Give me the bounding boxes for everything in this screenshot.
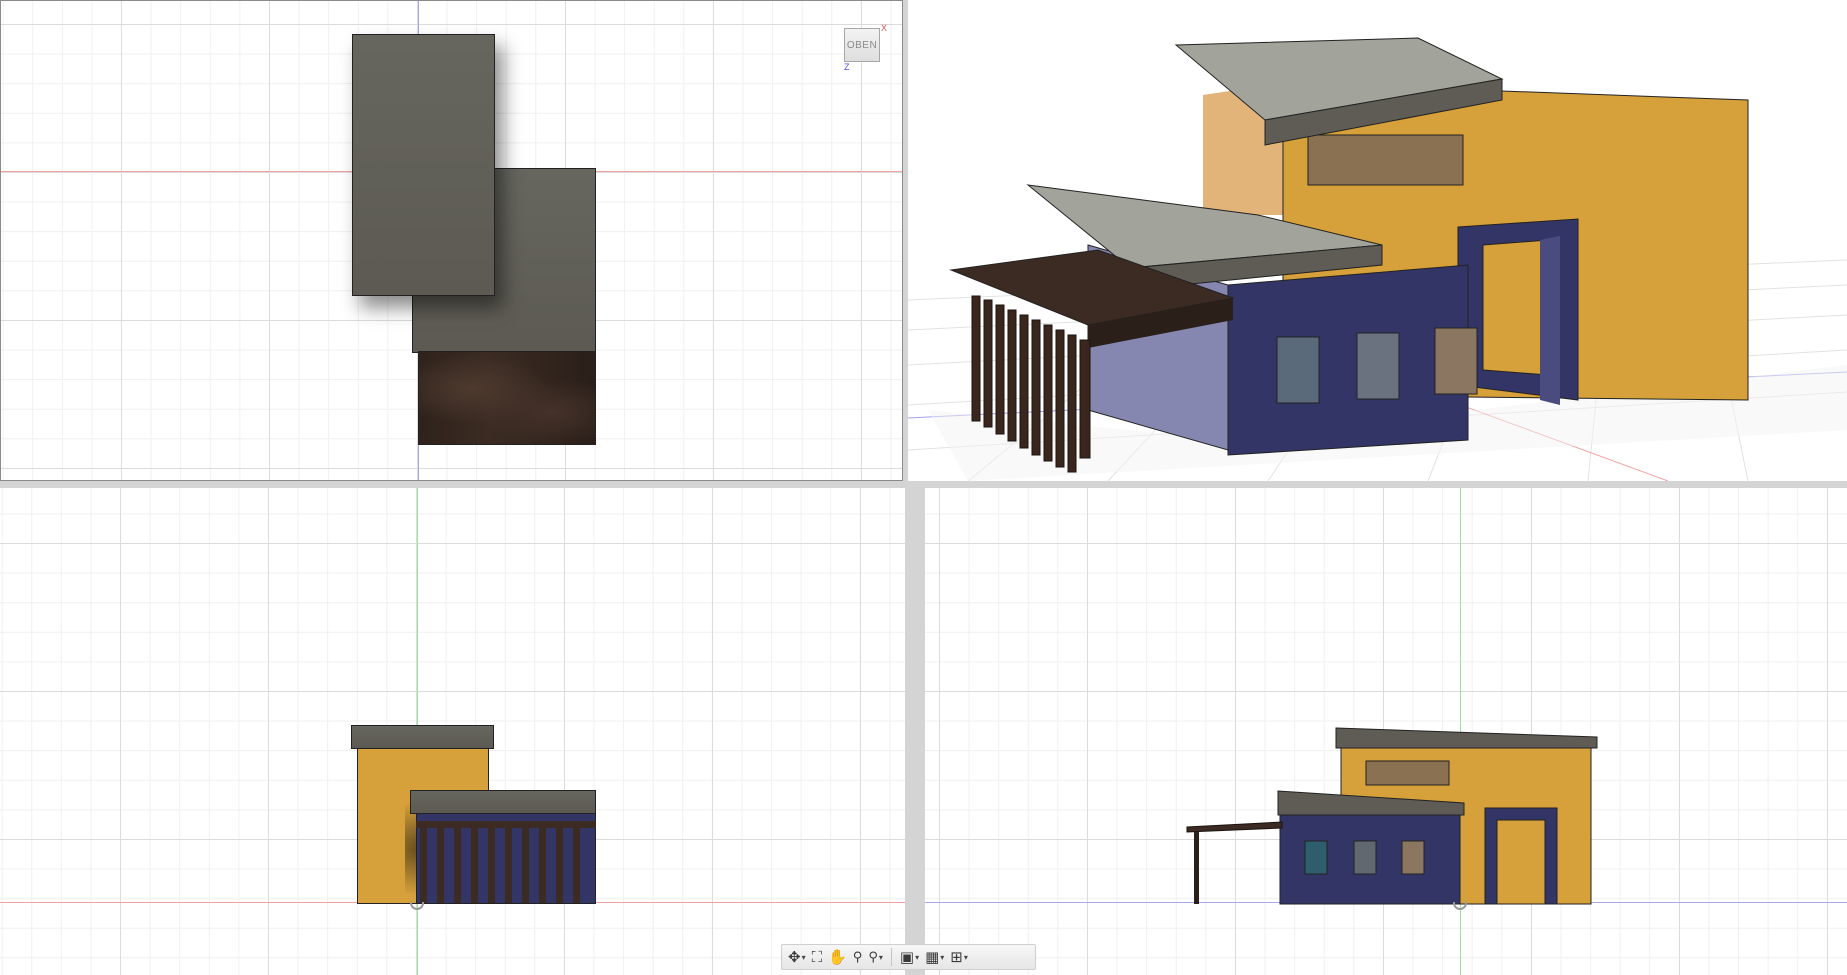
viewcube-x-label: X (881, 23, 888, 33)
carport-roof[interactable] (1186, 821, 1283, 833)
viewcube-label: OBEN (846, 39, 878, 51)
viewcube-z-label: Z (844, 62, 850, 72)
carport-post[interactable] (1194, 832, 1199, 904)
lower-roof-front-view[interactable] (410, 790, 596, 814)
navigation-toolbar: ✥ ▾ ⛶ ✋ ⚲ ⚲ ▾ ▣ ▾ ▦ ▾ ⊞ ▾ (781, 944, 1036, 970)
carport-slats-front-view (416, 821, 596, 903)
viewcube[interactable]: OBEN (844, 28, 880, 62)
garage-opening[interactable] (1482, 239, 1549, 376)
right-elevation (1186, 727, 1598, 905)
lower-window-1[interactable] (1304, 840, 1328, 875)
lower-window-2[interactable] (1353, 840, 1377, 875)
zoom-button[interactable]: ⚲ (851, 946, 865, 968)
upper-roof-front-view[interactable] (351, 725, 494, 749)
lower-window-2[interactable] (1356, 332, 1400, 400)
viewports-icon: ⊞ (950, 948, 963, 966)
carport-roof-top-view[interactable] (418, 351, 596, 445)
origin-marker (410, 902, 424, 910)
chevron-down-icon: ▾ (940, 952, 945, 962)
look-at-button[interactable]: ⛶ (810, 946, 825, 968)
upper-window[interactable] (1307, 134, 1464, 186)
fit-button[interactable]: ⚲ ▾ (866, 946, 885, 968)
look-at-icon: ⛶ (811, 948, 823, 966)
orbit-button[interactable]: ✥ ▾ (786, 946, 808, 968)
upper-window[interactable] (1365, 760, 1450, 786)
viewport-top[interactable]: OBEN X Z (0, 0, 903, 481)
toolbar-separator (890, 948, 892, 966)
garage-opening[interactable] (1496, 819, 1546, 905)
viewports-button[interactable]: ⊞ ▾ (948, 946, 970, 968)
upper-roof[interactable] (1335, 727, 1598, 749)
pan-button[interactable]: ✋ (826, 946, 849, 968)
viewport-perspective[interactable] (908, 0, 1847, 481)
roof-upper-top-view[interactable] (352, 34, 495, 296)
zoom-window-icon: ⚲ (868, 949, 878, 965)
chevron-down-icon: ▾ (963, 952, 968, 962)
lower-window-3[interactable] (1401, 840, 1425, 875)
chevron-down-icon: ▾ (915, 952, 920, 962)
viewport-right[interactable] (925, 488, 1847, 975)
chevron-down-icon: ▾ (878, 952, 883, 962)
chevron-down-icon: ▾ (801, 952, 806, 962)
viewport-front[interactable] (0, 488, 905, 975)
grid-icon: ▦ (925, 948, 940, 966)
lower-window-1[interactable] (1276, 336, 1320, 404)
grid-settings-button[interactable]: ▦ ▾ (923, 946, 946, 968)
zoom-icon: ⚲ (852, 949, 863, 965)
orbit-icon: ✥ (788, 948, 801, 966)
monitor-icon: ▣ (899, 948, 915, 966)
lower-window-3[interactable] (1434, 327, 1478, 395)
hand-icon: ✋ (828, 948, 847, 966)
perspective-scene (908, 37, 1847, 481)
garage-post[interactable] (1540, 236, 1560, 405)
display-settings-button[interactable]: ▣ ▾ (898, 946, 921, 968)
lower-front-wall[interactable] (1227, 264, 1469, 456)
